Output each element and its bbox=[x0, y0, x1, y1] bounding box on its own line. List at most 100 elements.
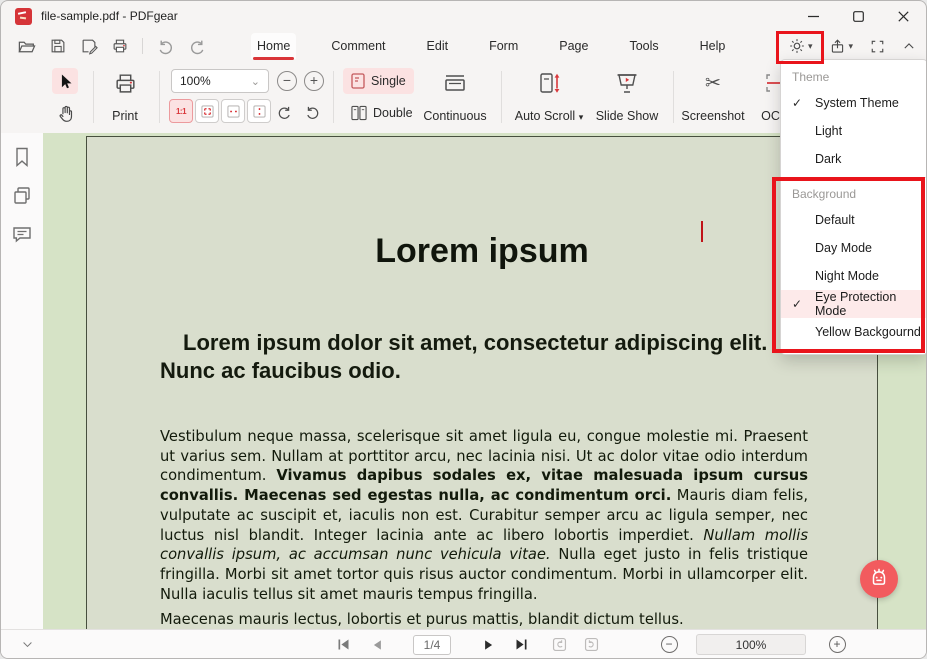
close-button[interactable] bbox=[881, 1, 926, 31]
divider bbox=[673, 71, 674, 123]
zoom-in-button[interactable]: + bbox=[304, 71, 324, 91]
zoom-level-select[interactable]: 100% ⌄ bbox=[171, 69, 269, 93]
tab-form[interactable]: Form bbox=[483, 33, 524, 59]
menu-item-light[interactable]: Light bbox=[781, 117, 927, 145]
print-label: Print bbox=[97, 109, 153, 123]
redo-icon[interactable] bbox=[188, 37, 207, 56]
caret-down-icon: ▾ bbox=[808, 41, 813, 52]
continuous-button[interactable] bbox=[421, 69, 489, 97]
document-last-line: Maecenas mauris lectus, lobortis et puru… bbox=[160, 611, 808, 628]
menu-item-day-mode[interactable]: Day Mode bbox=[781, 234, 927, 262]
zoom-out-button[interactable]: − bbox=[277, 71, 297, 91]
sun-icon bbox=[788, 37, 806, 55]
next-page-button[interactable] bbox=[477, 630, 501, 659]
print-button[interactable] bbox=[105, 69, 145, 97]
double-page-icon bbox=[351, 105, 367, 121]
slide-show-button[interactable] bbox=[599, 69, 655, 97]
caret-down-icon: ▾ bbox=[848, 41, 853, 52]
menu-item-system-theme[interactable]: ✓System Theme bbox=[781, 89, 927, 117]
theme-menu-button[interactable]: ▾ bbox=[788, 37, 813, 55]
hand-tool-button[interactable] bbox=[52, 100, 78, 126]
annotation-caret-mark bbox=[701, 221, 703, 242]
divider bbox=[159, 71, 160, 123]
background-section-header: Background bbox=[781, 182, 927, 206]
double-page-button[interactable]: Double bbox=[343, 100, 421, 126]
fit-width-icon bbox=[227, 105, 240, 118]
single-page-icon bbox=[351, 73, 365, 89]
first-page-button[interactable] bbox=[331, 630, 355, 659]
tab-comment[interactable]: Comment bbox=[325, 33, 391, 59]
collapse-sidebar-button[interactable] bbox=[15, 630, 39, 659]
save-icon[interactable] bbox=[49, 37, 67, 55]
undo-icon[interactable] bbox=[156, 37, 175, 56]
divider bbox=[333, 71, 334, 123]
single-page-button[interactable]: Single bbox=[343, 68, 414, 94]
save-as-icon[interactable] bbox=[80, 37, 98, 55]
last-page-button[interactable] bbox=[509, 630, 533, 659]
status-zoom-in-button[interactable]: + bbox=[825, 630, 849, 659]
minimize-button[interactable] bbox=[791, 1, 836, 31]
document-subtitle: Lorem ipsum dolor sit amet, consectetur … bbox=[160, 329, 810, 385]
select-tool-button[interactable] bbox=[52, 68, 78, 94]
status-zoom-value[interactable]: 100% bbox=[695, 630, 807, 659]
chevron-down-icon: ⌄ bbox=[251, 75, 260, 88]
check-icon: ✓ bbox=[792, 297, 802, 311]
fit-height-button[interactable] bbox=[247, 99, 271, 123]
fit-width-button[interactable] bbox=[221, 99, 245, 123]
menubar: Home Comment Edit Form Page Tools Help ▾… bbox=[1, 31, 926, 61]
auto-scroll-icon bbox=[537, 71, 561, 96]
print-quick-icon[interactable] bbox=[111, 37, 129, 55]
collapse-ribbon-button[interactable] bbox=[902, 39, 916, 53]
assistant-chat-button[interactable] bbox=[860, 560, 898, 598]
menu-tabs: Home Comment Edit Form Page Tools Help bbox=[251, 31, 731, 61]
divider bbox=[93, 71, 94, 123]
comments-panel-button[interactable] bbox=[11, 224, 33, 245]
slide-show-label: Slide Show bbox=[591, 109, 663, 123]
tab-tools[interactable]: Tools bbox=[623, 33, 664, 59]
tab-page[interactable]: Page bbox=[553, 33, 594, 59]
thumbnails-panel-button[interactable] bbox=[11, 185, 33, 207]
pdfgear-logo-icon bbox=[15, 8, 32, 25]
document-title: Lorem ipsum bbox=[87, 232, 877, 271]
share-button[interactable]: ▾ bbox=[829, 38, 853, 55]
previous-view-button[interactable] bbox=[547, 630, 571, 659]
fullscreen-button[interactable] bbox=[870, 39, 885, 54]
printer-icon bbox=[113, 71, 138, 96]
rotate-ccw-button[interactable] bbox=[301, 101, 323, 123]
check-icon: ✓ bbox=[792, 96, 802, 110]
open-file-icon[interactable] bbox=[17, 37, 36, 56]
fit-page-button[interactable] bbox=[195, 99, 219, 123]
fit-height-icon bbox=[253, 105, 266, 118]
cursor-arrow-icon bbox=[57, 73, 73, 90]
page-indicator[interactable]: 1/4 bbox=[409, 630, 455, 659]
titlebar: file-sample.pdf - PDFgear bbox=[1, 1, 926, 31]
auto-scroll-label: Auto Scroll ▾ bbox=[501, 109, 597, 123]
menu-item-night-mode[interactable]: Night Mode bbox=[781, 262, 927, 290]
next-view-button[interactable] bbox=[579, 630, 603, 659]
menu-item-dark[interactable]: Dark bbox=[781, 145, 927, 173]
left-panel bbox=[1, 133, 43, 629]
tab-home[interactable]: Home bbox=[251, 33, 296, 59]
menu-item-default[interactable]: Default bbox=[781, 206, 927, 234]
menu-item-eye-protection-mode[interactable]: ✓Eye Protection Mode bbox=[781, 290, 927, 318]
maximize-button[interactable] bbox=[836, 1, 881, 31]
document-paragraph: Vestibulum neque massa, scelerisque sit … bbox=[160, 427, 808, 604]
app-window: file-sample.pdf - PDFgear Home Comment E… bbox=[0, 0, 927, 659]
tab-help[interactable]: Help bbox=[694, 33, 732, 59]
rotate-cw-button[interactable] bbox=[273, 101, 295, 123]
robot-icon bbox=[867, 567, 891, 591]
screenshot-button[interactable]: ✂ bbox=[691, 69, 735, 97]
tab-edit[interactable]: Edit bbox=[421, 33, 455, 59]
status-zoom-out-button[interactable]: − bbox=[657, 630, 681, 659]
menu-item-yellow-background[interactable]: Yellow Backgournd bbox=[781, 318, 927, 346]
auto-scroll-button[interactable] bbox=[523, 69, 575, 97]
continuous-icon bbox=[442, 71, 468, 95]
zoom-level-value: 100% bbox=[180, 74, 211, 88]
actual-size-button[interactable]: 1:1 bbox=[169, 99, 193, 123]
bookmarks-panel-button[interactable] bbox=[12, 146, 32, 168]
pdf-page: Lorem ipsum Lorem ipsum dolor sit amet, … bbox=[86, 136, 878, 629]
hand-icon bbox=[56, 104, 75, 123]
share-icon bbox=[829, 38, 846, 55]
previous-page-button[interactable] bbox=[365, 630, 389, 659]
window-title: file-sample.pdf - PDFgear bbox=[41, 9, 178, 23]
